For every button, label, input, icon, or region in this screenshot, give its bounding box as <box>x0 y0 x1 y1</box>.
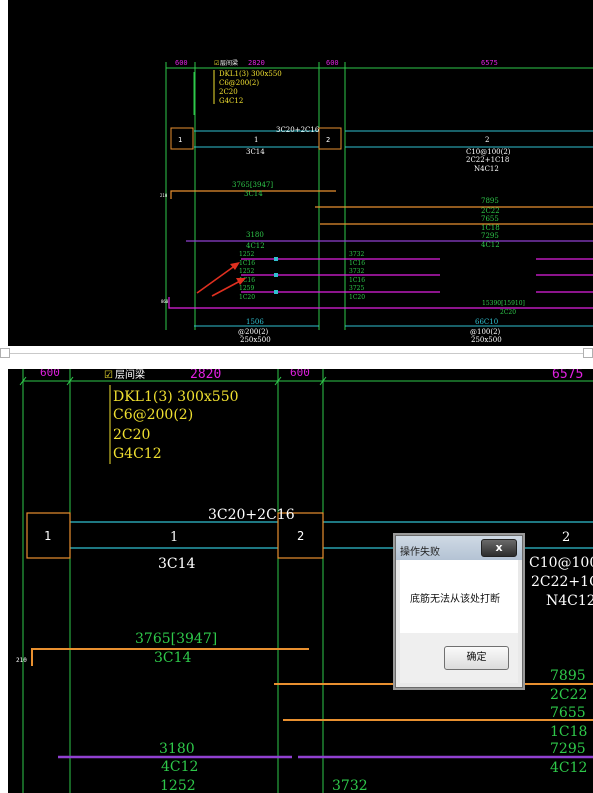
separator-handle-right[interactable] <box>583 348 593 358</box>
bar-210-label: 210 <box>16 657 27 664</box>
top-drawing-canvas[interactable]: 600 2820 600 6575 ☑ 层间梁 DKL1(3) 300x550 … <box>8 0 593 346</box>
span2-line: 2C22+1C18 <box>466 156 509 164</box>
span1-number: 1 <box>170 530 178 545</box>
beam-label-text: 层间梁 <box>115 369 145 381</box>
bar-3180-spec: 4C12 <box>246 242 265 250</box>
beam-spec-line: DKL1(3) 300x550 <box>113 389 239 405</box>
stack-label: 1C16 <box>349 277 365 284</box>
stirrup-label: 66C10 <box>475 318 498 326</box>
bar-3180-label: 3180 <box>159 741 195 757</box>
stack-label: 1C20 <box>349 294 365 301</box>
top-rebar-label: 3C20+2C16 <box>276 126 320 134</box>
dim-600-mid: 600 <box>290 369 310 379</box>
dim-600-left: 600 <box>175 59 188 67</box>
beam-label-text: 层间梁 <box>220 59 238 67</box>
support-label-2: 2 <box>297 529 304 543</box>
span2-line: N4C12 <box>546 593 593 609</box>
bar-length-label: 3765[3947] <box>135 631 217 647</box>
bar-860-label: 860 <box>161 299 169 304</box>
red-arrow <box>211 279 243 297</box>
bar-bottom-label: 2C20 <box>500 309 516 316</box>
beam-spec-line: 2C20 <box>219 88 238 96</box>
dim-2820: 2820 <box>248 59 265 67</box>
bar-right-label: 4C12 <box>481 241 500 249</box>
separator-handle-left[interactable] <box>0 348 10 358</box>
span2-number: 2 <box>485 136 489 144</box>
top-rebar-label: 3C20+2C16 <box>208 507 295 523</box>
red-arrow <box>196 264 237 294</box>
dialog-message: 底筋无法从该处打断 <box>410 594 500 605</box>
span2-number: 2 <box>562 530 570 545</box>
bar-right-label: 7895 <box>481 197 499 205</box>
span1-number: 1 <box>254 136 258 144</box>
bar-3180-spec: 4C12 <box>161 759 198 775</box>
bar-right-label: 7295 <box>481 232 499 240</box>
dialog-title: 操作失败 <box>400 547 440 558</box>
span1-bottom-rebar: 3C14 <box>158 556 196 572</box>
span2-line: 2C22+1C1 <box>531 574 593 590</box>
stack-label: 3732 <box>332 778 368 793</box>
bar-length-label: 3765[3947] <box>232 181 273 189</box>
beam-spec-line: 2C20 <box>113 427 150 443</box>
stack-label: 3732 <box>349 251 364 258</box>
dim-600-mid: 600 <box>326 59 339 67</box>
section-size: 250x500 <box>240 336 271 344</box>
span2-line: C10@100(2) <box>466 148 511 156</box>
bar-right-label: 7295 <box>550 741 586 757</box>
stack-label: 1C16 <box>349 260 365 267</box>
bar-210-label: 210 <box>160 193 168 198</box>
support-label-1: 1 <box>44 529 51 543</box>
stack-label: 1C20 <box>239 294 255 301</box>
stirrup-label: @100(2) <box>470 328 501 336</box>
stack-label: 1252 <box>239 251 254 258</box>
grip-point[interactable] <box>274 290 278 294</box>
stirrup-label: @200(2) <box>238 328 269 336</box>
bar-right-label: 2C22 <box>481 207 500 215</box>
error-dialog[interactable]: 操作失败 x 底筋无法从该处打断 确定 <box>395 535 523 688</box>
beam-spec-line: G4C12 <box>219 97 243 105</box>
beam-spec-line: C6@200(2) <box>219 79 259 87</box>
bar-right-label: 7655 <box>481 215 499 223</box>
support-label-1: 1 <box>178 136 182 144</box>
bar-right-label: 7895 <box>550 668 586 684</box>
stack-label: 1259 <box>239 285 254 292</box>
dialog-close-button[interactable]: x <box>481 539 517 557</box>
span2-line: N4C12 <box>474 165 499 173</box>
grip-point[interactable] <box>274 257 278 261</box>
bar-right-label: 4C12 <box>550 760 587 776</box>
beam-label-icon: ☑ <box>104 370 113 381</box>
viewport-separator <box>0 353 593 354</box>
bar-right-label: 1C18 <box>481 224 500 232</box>
beam-spec-line: C6@200(2) <box>113 407 193 423</box>
dim-6575: 6575 <box>552 369 583 382</box>
bar-3180-label: 3180 <box>246 231 264 239</box>
span2-line: C10@100(2 <box>529 555 593 571</box>
stack-label: 3725 <box>349 285 364 292</box>
support-label-2: 2 <box>326 136 330 144</box>
dim-600-left: 600 <box>40 369 60 379</box>
bar-right-label: 1C18 <box>550 724 587 740</box>
beam-spec-line: G4C12 <box>113 446 162 462</box>
dim-6575: 6575 <box>481 59 498 67</box>
dim-2820: 2820 <box>190 369 221 382</box>
bar-spec-label: 3C14 <box>154 650 192 666</box>
rebar-line-2c20[interactable] <box>168 297 593 309</box>
bar-right-label: 7655 <box>550 705 586 721</box>
stack-label: 1252 <box>239 268 254 275</box>
stirrup-label: 1506 <box>246 318 264 326</box>
beam-label-icon: ☑ <box>214 60 219 67</box>
bar-bottom-label: 15390[15910] <box>482 300 525 307</box>
span1-bottom-rebar: 3C14 <box>246 148 265 156</box>
grip-point[interactable] <box>274 273 278 277</box>
stack-label: 1C16 <box>239 260 255 267</box>
stack-label: 3732 <box>349 268 364 275</box>
ok-button[interactable]: 确定 <box>444 646 509 670</box>
beam-spec-line: DKL1(3) 300x550 <box>219 70 282 78</box>
bar-right-label: 2C22 <box>550 687 587 703</box>
stack-label: 1252 <box>160 778 196 793</box>
section-size: 250x500 <box>471 336 502 344</box>
bar-spec-label: 3C14 <box>244 190 263 198</box>
top-drawing-svg: 600 2820 600 6575 ☑ 层间梁 DKL1(3) 300x550 … <box>160 59 593 344</box>
dialog-body: 底筋无法从该处打断 <box>400 560 518 633</box>
